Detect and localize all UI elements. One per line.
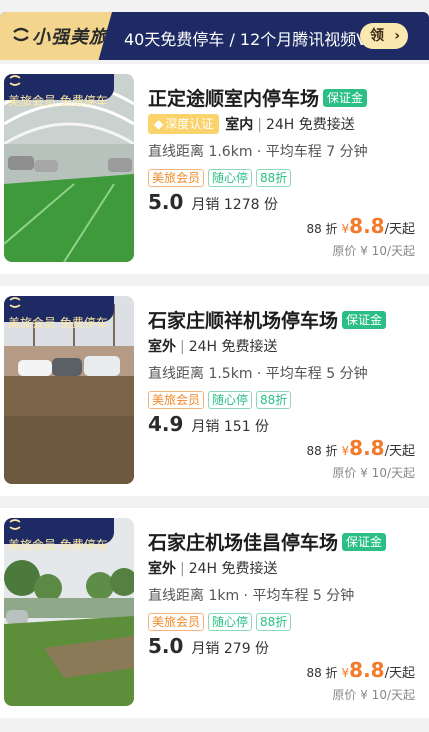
discount-label: 88 折 bbox=[306, 444, 338, 458]
tag-member: 美旅会员 bbox=[148, 169, 205, 187]
promo-text: 40天免费停车 / 12个月腾讯视频VIP bbox=[124, 30, 382, 49]
tag-member: 美旅会员 bbox=[148, 613, 205, 631]
badge-label: 美旅会员 免费停车 bbox=[8, 316, 108, 330]
lot-title[interactable]: 石家庄机场佳昌停车场 保证金 bbox=[148, 528, 387, 555]
tag-list: 美旅会员 随心停 88折 bbox=[148, 389, 295, 409]
parking-lot-photo: 美旅会员 免费停车 bbox=[4, 296, 134, 484]
rating-score: 4.9 bbox=[148, 412, 184, 436]
smile-logo-icon bbox=[13, 27, 29, 42]
monthly-sales: 月销 1278 份 bbox=[191, 197, 278, 213]
badge-label: 美旅会员 免费停车 bbox=[8, 94, 108, 108]
lot-name: 石家庄机场佳昌停车场 bbox=[148, 532, 339, 554]
tag-discount: 88折 bbox=[256, 613, 292, 631]
distance-text: 直线距离 1km · 平均车程 5 分钟 bbox=[148, 588, 355, 604]
claim-label: 领 bbox=[370, 28, 384, 44]
lot-info-row: 室外 | 24H 免费接送 bbox=[148, 336, 278, 356]
promo-banner[interactable]: 小强美旅 40天免费停车 / 12个月腾讯视频VIP 领 › bbox=[0, 12, 429, 60]
badge-label: 美旅会员 免费停车 bbox=[8, 538, 108, 552]
price-unit: /天起 bbox=[384, 666, 415, 681]
parking-shield-icon bbox=[9, 519, 21, 530]
distance-text: 直线距离 1.6km · 平均车程 7 分钟 bbox=[148, 144, 368, 160]
price-value: 8.8 bbox=[349, 436, 385, 460]
tag-discount: 88折 bbox=[256, 169, 292, 187]
cert-label: 深度认证 bbox=[165, 117, 214, 131]
chevron-right-icon: › bbox=[394, 28, 400, 44]
member-free-parking-badge: 美旅会员 免费停车 bbox=[4, 296, 114, 330]
parking-lot-photo: 美旅会员 免费停车 bbox=[4, 518, 134, 706]
parking-lot-card[interactable]: 美旅会员 免费停车 石家庄机场佳昌停车场 保证金 室外 | 24H 免费接送 直线距离… bbox=[0, 508, 429, 718]
tag-flex: 随心停 bbox=[208, 391, 253, 409]
parking-lot-card[interactable]: 美旅会员 免费停车 正定途顺室内停车场 保证金 ◆ 深度认证 室内 | 24H 免费接送 … bbox=[0, 64, 429, 274]
member-free-parking-badge: 美旅会员 免费停车 bbox=[4, 518, 114, 552]
rating-row: 5.0 月销 1278 份 bbox=[148, 190, 278, 214]
certified-badge: ◆ 深度认证 bbox=[148, 114, 220, 134]
location-type: 室内 bbox=[225, 117, 254, 133]
deposit-badge: 保证金 bbox=[342, 311, 387, 329]
claim-button[interactable]: 领 › bbox=[360, 23, 408, 49]
lot-title[interactable]: 石家庄顺祥机场停车场 保证金 bbox=[148, 306, 387, 333]
discount-label: 88 折 bbox=[306, 222, 338, 236]
price-row: 88 折 ¥8.8/天起 bbox=[306, 658, 415, 682]
original-price: 原价 ¥ 10/天起 bbox=[332, 244, 415, 258]
tag-discount: 88折 bbox=[256, 391, 292, 409]
diamond-icon: ◆ bbox=[154, 117, 164, 131]
rating-row: 4.9 月销 151 份 bbox=[148, 412, 269, 436]
service-text: 24H 免费接送 bbox=[265, 117, 355, 133]
parking-lot-card[interactable]: 美旅会员 免费停车 石家庄顺祥机场停车场 保证金 室外 | 24H 免费接送 直线距离… bbox=[0, 286, 429, 496]
tag-list: 美旅会员 随心停 88折 bbox=[148, 611, 295, 631]
price-row: 88 折 ¥8.8/天起 bbox=[306, 436, 415, 460]
price-value: 8.8 bbox=[349, 658, 385, 682]
lot-name: 石家庄顺祥机场停车场 bbox=[148, 310, 339, 332]
monthly-sales: 月销 151 份 bbox=[191, 419, 270, 435]
monthly-sales: 月销 279 份 bbox=[191, 641, 270, 657]
tag-list: 美旅会员 随心停 88折 bbox=[148, 167, 295, 187]
deposit-badge: 保证金 bbox=[323, 89, 368, 107]
lot-name: 正定途顺室内停车场 bbox=[148, 88, 320, 110]
location-type: 室外 bbox=[148, 561, 176, 577]
original-price: 原价 ¥ 10/天起 bbox=[332, 466, 415, 480]
rating-row: 5.0 月销 279 份 bbox=[148, 634, 269, 658]
rating-score: 5.0 bbox=[148, 634, 184, 658]
service-text: 24H 免费接送 bbox=[188, 561, 278, 577]
tag-flex: 随心停 bbox=[208, 613, 253, 631]
tag-flex: 随心停 bbox=[208, 169, 253, 187]
discount-label: 88 折 bbox=[306, 666, 338, 680]
price-unit: /天起 bbox=[384, 444, 415, 459]
tag-member: 美旅会员 bbox=[148, 391, 205, 409]
parking-lot-photo: 美旅会员 免费停车 bbox=[4, 74, 134, 262]
price-value: 8.8 bbox=[349, 214, 385, 238]
divider: | bbox=[180, 561, 185, 577]
price-row: 88 折 ¥8.8/天起 bbox=[306, 214, 415, 238]
divider: | bbox=[180, 339, 185, 355]
original-price: 原价 ¥ 10/天起 bbox=[332, 688, 415, 702]
member-free-parking-badge: 美旅会员 免费停车 bbox=[4, 74, 114, 108]
price-unit: /天起 bbox=[384, 222, 415, 237]
divider: | bbox=[257, 117, 262, 133]
brand-block: 小强美旅 bbox=[0, 12, 112, 60]
brand-name: 小强美旅 bbox=[32, 27, 108, 48]
lot-title[interactable]: 正定途顺室内停车场 保证金 bbox=[148, 84, 368, 111]
lot-info-row: ◆ 深度认证 室内 | 24H 免费接送 bbox=[148, 114, 355, 134]
service-text: 24H 免费接送 bbox=[188, 339, 278, 355]
parking-shield-icon bbox=[9, 297, 21, 308]
location-type: 室外 bbox=[148, 339, 176, 355]
rating-score: 5.0 bbox=[148, 190, 184, 214]
distance-text: 直线距离 1.5km · 平均车程 5 分钟 bbox=[148, 366, 368, 382]
lot-info-row: 室外 | 24H 免费接送 bbox=[148, 558, 278, 578]
parking-shield-icon bbox=[9, 75, 21, 86]
deposit-badge: 保证金 bbox=[342, 533, 387, 551]
